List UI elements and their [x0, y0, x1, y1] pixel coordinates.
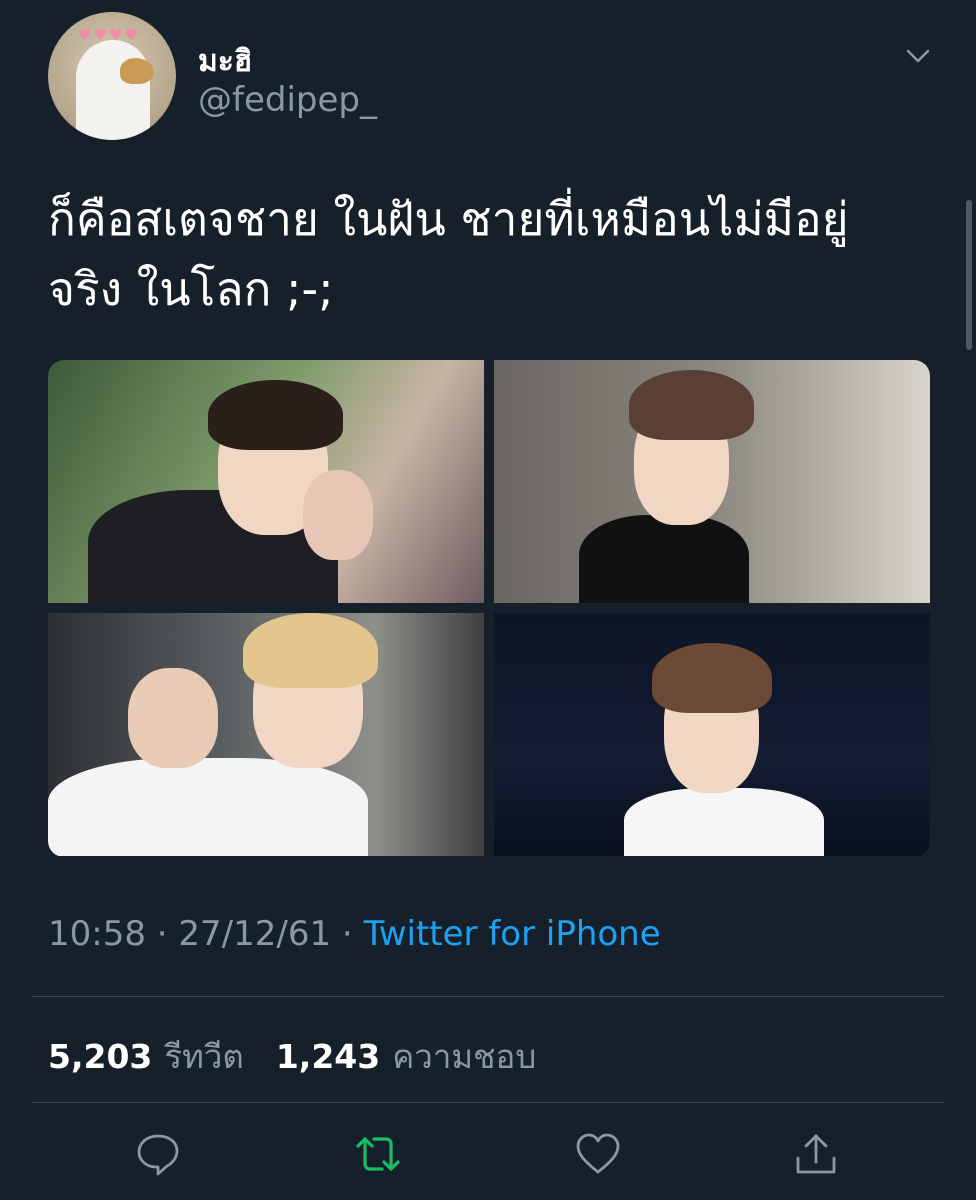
meta-separator-1: ·: [145, 914, 179, 954]
action-bar: [0, 1124, 976, 1184]
retweet-icon[interactable]: [354, 1130, 402, 1178]
tweet-date: 27/12/61: [178, 914, 332, 954]
media-grid: [48, 360, 930, 857]
tweet-header: ♥♥♥♥ มะฮิ @fedipep_: [48, 12, 948, 142]
chevron-down-icon[interactable]: [904, 42, 932, 70]
photo-3[interactable]: [48, 613, 484, 856]
meta-separator-2: ·: [331, 914, 364, 954]
photo-2-figure-hair: [629, 370, 754, 440]
tweet-text-line-2: จริง ในโลก ;-;: [48, 262, 334, 316]
photo-1-bg-face: [303, 470, 373, 560]
tweet-stats: 5,203 รีทวีต 1,243 ความชอบ: [48, 1030, 536, 1083]
photo-1[interactable]: [48, 360, 484, 603]
likes-count[interactable]: 1,243: [276, 1037, 380, 1076]
divider-bottom: [32, 1102, 944, 1103]
heart-icon[interactable]: [574, 1130, 622, 1178]
tweet-meta: 10:58 · 27/12/61 · Twitter for iPhone: [48, 914, 661, 954]
photo-2[interactable]: [494, 360, 930, 603]
avatar-dog: [120, 58, 154, 84]
tweet-text-line-1: ก็คือสเตจชาย ในฝัน ชายที่เหมือนไม่มีอยู่: [48, 192, 849, 246]
photo-4-figure-hair: [652, 643, 772, 713]
display-name[interactable]: มะฮิ: [198, 38, 252, 85]
avatar-hearts: ♥♥♥♥: [78, 26, 140, 44]
photo-3-bg-face: [128, 668, 218, 768]
share-icon[interactable]: [792, 1130, 840, 1178]
tweet-time: 10:58: [48, 914, 146, 954]
tweet-text: ก็คือสเตจชาย ในฝัน ชายที่เหมือนไม่มีอยู่…: [48, 184, 938, 324]
divider-top: [32, 996, 944, 997]
retweets-count[interactable]: 5,203: [48, 1037, 152, 1076]
retweets-label[interactable]: รีทวีต: [164, 1030, 243, 1083]
avatar[interactable]: ♥♥♥♥: [48, 12, 176, 140]
photo-3-figure-hair: [243, 613, 378, 688]
photo-3-figure-body: [48, 758, 368, 856]
user-handle[interactable]: @fedipep_: [198, 80, 377, 120]
tweet-source-link[interactable]: Twitter for iPhone: [364, 914, 661, 954]
photo-4[interactable]: [494, 613, 930, 856]
photo-1-figure-hair: [208, 380, 343, 450]
avatar-ghost: [76, 40, 150, 140]
likes-label[interactable]: ความชอบ: [392, 1030, 536, 1083]
reply-icon[interactable]: [134, 1130, 182, 1178]
photo-4-figure-body: [624, 788, 824, 856]
photo-2-figure-body: [579, 515, 749, 603]
scrollbar[interactable]: [966, 200, 972, 350]
